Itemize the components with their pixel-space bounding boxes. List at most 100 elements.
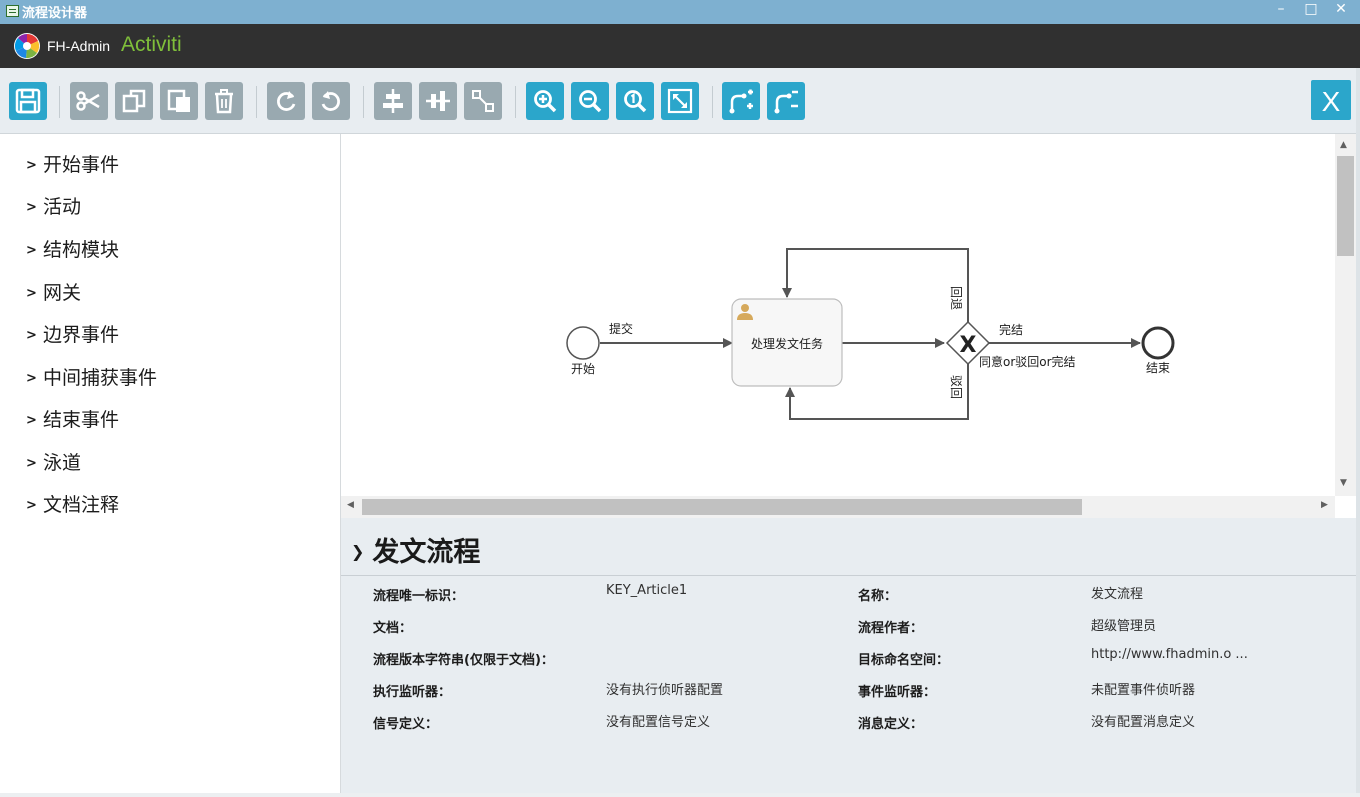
user-task-label: 处理发文任务 (751, 336, 823, 351)
align-vertical-button[interactable] (374, 82, 412, 120)
prop-value-execution-listeners[interactable]: 没有执行侦听器配置 (606, 679, 723, 698)
palette-group-structural[interactable]: > 结构模块 (26, 235, 119, 263)
palette-group-boundary-events[interactable]: > 边界事件 (26, 320, 119, 348)
toolbar-separator (256, 86, 257, 118)
gateway-x-icon: X (960, 333, 977, 358)
toolbar-separator (363, 86, 364, 118)
minimize-button[interactable]: – (1268, 0, 1294, 20)
palette-group-artifacts[interactable]: > 文档注释 (26, 490, 119, 518)
start-event-label: 开始 (571, 362, 595, 376)
flow-return-bottom-label: 驳回 (949, 375, 963, 399)
remove-bendpoint-icon (774, 90, 798, 114)
scroll-down-icon[interactable]: ▼ (1340, 478, 1350, 488)
close-window-button[interactable]: ✕ (1328, 0, 1354, 20)
undo-icon (321, 91, 340, 111)
palette-group-label: 文档注释 (43, 494, 120, 516)
redo-button[interactable] (267, 82, 305, 120)
maximize-button[interactable]: □ (1298, 0, 1324, 20)
prop-value-process-id[interactable]: KEY_Article1 (606, 583, 687, 598)
palette-group-end-events[interactable]: > 结束事件 (26, 405, 119, 433)
chevron-down-icon: ❯ (351, 542, 365, 561)
toolbar-separator (59, 86, 60, 118)
prop-label-execution-listeners: 执行监听器： (373, 685, 452, 700)
cut-button[interactable] (70, 82, 108, 120)
product-name: Activiti (121, 33, 182, 56)
chevron-right-icon: > (26, 371, 37, 386)
window-app-icon (6, 5, 19, 17)
palette-group-start-events[interactable]: > 开始事件 (26, 150, 119, 178)
horizontal-scroll-thumb[interactable] (362, 499, 1082, 515)
canvas-vertical-scrollbar[interactable]: ▲ ▼ (1335, 134, 1356, 496)
window-titlebar: 流程设计器 – □ ✕ (0, 0, 1360, 24)
add-bendpoint-button[interactable] (722, 82, 760, 120)
prop-value-name[interactable]: 发文流程 (1091, 583, 1143, 602)
properties-title[interactable]: ❯ 发文流程 (351, 530, 480, 569)
scissors-icon (76, 91, 100, 111)
prop-label-name: 名称： (858, 589, 898, 604)
remove-bendpoint-button[interactable] (767, 82, 805, 120)
chevron-right-icon: > (26, 328, 37, 343)
prop-value-namespace[interactable]: http://www.fhadmin.o ... (1091, 647, 1248, 662)
palette-group-catching-events[interactable]: > 中间捕获事件 (26, 363, 157, 391)
palette-group-label: 中间捕获事件 (43, 367, 158, 389)
prop-value-signal-definitions[interactable]: 没有配置信号定义 (606, 711, 710, 730)
chevron-right-icon: > (26, 413, 37, 428)
zoom-out-icon (579, 90, 602, 113)
end-event-label: 结束 (1146, 361, 1170, 375)
zoom-in-button[interactable] (526, 82, 564, 120)
palette-group-swimlanes[interactable]: > 泳道 (26, 448, 81, 476)
process-diagram: 开始 处理发文任务 X 同意or驳回or完结 结束 提交 完结 回退 驳回 (566, 248, 1175, 420)
flow-submit-label: 提交 (609, 321, 633, 336)
paste-button[interactable] (160, 82, 198, 120)
palette-group-gateways[interactable]: > 网关 (26, 278, 81, 306)
flow-return-top-label: 回退 (949, 286, 963, 310)
palette-group-label: 边界事件 (43, 324, 120, 346)
diagram-canvas[interactable]: 开始 处理发文任务 X 同意or驳回or完结 结束 提交 完结 回退 驳回 ▲ … (341, 134, 1356, 518)
delete-button[interactable] (205, 82, 243, 120)
scroll-up-icon[interactable]: ▲ (1340, 140, 1350, 150)
align-vertical-icon (383, 89, 403, 113)
vertical-scroll-thumb[interactable] (1337, 156, 1354, 256)
end-event[interactable] (1141, 326, 1175, 360)
properties-panel: ❯ 发文流程 流程唯一标识： KEY_Article1 名称： 发文流程 文档： … (341, 518, 1356, 797)
copy-button[interactable] (115, 82, 153, 120)
prop-value-author[interactable]: 超级管理员 (1091, 615, 1156, 634)
toolbar: X (0, 68, 1360, 134)
scroll-right-icon[interactable]: ▶ (1321, 500, 1328, 510)
prop-value-event-listeners[interactable]: 未配置事件侦听器 (1091, 679, 1195, 698)
align-horizontal-icon (426, 91, 450, 111)
align-horizontal-button[interactable] (419, 82, 457, 120)
zoom-fit-icon (667, 88, 693, 114)
toolbar-separator (515, 86, 516, 118)
prop-label-version: 流程版本字符串(仅限于文档)： (373, 653, 554, 668)
window-bottom-edge (0, 793, 1360, 797)
undo-button[interactable] (312, 82, 350, 120)
start-event[interactable] (566, 326, 600, 360)
palette-group-label: 结束事件 (43, 409, 120, 431)
window-title: 流程设计器 (22, 6, 88, 21)
prop-value-message-definitions[interactable]: 没有配置消息定义 (1091, 711, 1195, 730)
toolbar-separator (712, 86, 713, 118)
zoom-actual-button[interactable] (616, 82, 654, 120)
prop-label-namespace: 目标命名空间： (858, 653, 950, 668)
copy-icon (122, 89, 146, 113)
properties-divider (341, 575, 1356, 576)
chevron-right-icon: > (26, 498, 37, 513)
paste-icon (167, 89, 190, 112)
prop-label-event-listeners: 事件监听器： (858, 685, 937, 700)
prop-label-author: 流程作者： (858, 621, 924, 636)
gateway-label: 同意or驳回or完结 (979, 354, 1076, 369)
shape-palette: > 开始事件 > 活动 > 结构模块 > 网关 > 边界事件 > 中间捕获事件 > 结束事件 … (0, 134, 341, 797)
save-button[interactable] (9, 82, 47, 120)
scroll-left-icon[interactable]: ◀ (347, 500, 354, 510)
canvas-horizontal-scrollbar[interactable]: ◀ ▶ (341, 496, 1335, 518)
palette-group-label: 结构模块 (43, 239, 120, 261)
palette-group-activities[interactable]: > 活动 (26, 192, 81, 220)
close-editor-button[interactable]: X (1311, 80, 1351, 120)
flow-complete-label: 完结 (999, 322, 1023, 337)
prop-label-signal-definitions: 信号定义： (373, 717, 439, 732)
zoom-fit-button[interactable] (661, 82, 699, 120)
same-size-icon (472, 90, 494, 112)
zoom-out-button[interactable] (571, 82, 609, 120)
same-size-button[interactable] (464, 82, 502, 120)
